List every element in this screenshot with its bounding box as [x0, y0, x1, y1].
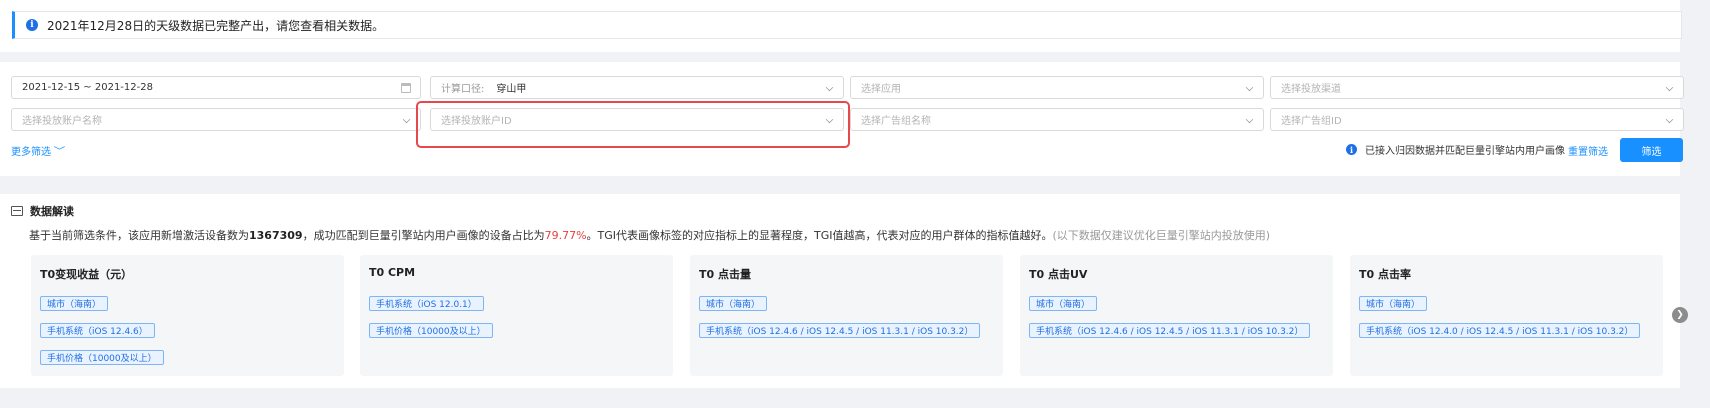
desc-part3: 。TGI代表画像标签的对应指标上的显著程度，TGI值越高，代表对应的用户群体的指…	[586, 229, 1053, 242]
metric-card: T0 CPM 手机系统（iOS 12.0.1） 手机价格（10000及以上）	[360, 255, 673, 376]
chevron-down-icon	[1245, 115, 1254, 124]
tgi-tag[interactable]: 手机系统（iOS 12.4.6 / iOS 12.4.5 / iOS 11.3.…	[699, 323, 981, 338]
app-placeholder: 选择应用	[861, 84, 901, 95]
tgi-tag[interactable]: 城市（海南）	[1029, 296, 1098, 311]
metric-card-title: T0变现收益（元）	[40, 268, 133, 281]
chevron-right-icon: ❯	[1676, 310, 1684, 320]
insight-description: 基于当前筛选条件，该应用新增激活设备数为1367309，成功匹配到巨量引擎站内用…	[29, 227, 1270, 243]
metric-card-title: T0 点击量	[699, 268, 751, 281]
date-range-value: 2021-12-15 ~ 2021-12-28	[22, 82, 153, 93]
chevron-down-icon	[1665, 115, 1674, 124]
match-rate: 79.77%	[544, 229, 587, 242]
metric-card: T0 点击率 城市（海南） 手机系统（iOS 12.4.0 / iOS 12.4…	[1350, 255, 1663, 376]
adgroup-id-select[interactable]: 选择广告组ID	[1270, 108, 1684, 131]
adgroup-id-placeholder: 选择广告组ID	[1281, 116, 1342, 127]
calendar-icon	[401, 83, 411, 93]
tgi-tag[interactable]: 手机价格（10000及以上）	[40, 350, 164, 365]
metric-card-title: T0 点击UV	[1029, 268, 1088, 281]
section-title-text: 数据解读	[30, 205, 74, 218]
tgi-tag[interactable]: 手机系统（iOS 12.4.6）	[40, 323, 155, 338]
app-select[interactable]: 选择应用	[850, 76, 1264, 99]
more-filters-link[interactable]: 更多筛选 ﹀	[11, 143, 66, 158]
data-ready-alert: i 2021年12月28日的天级数据已完整产出，请您查看相关数据。	[12, 11, 1682, 39]
calc-basis-select[interactable]: 计算口径: 穿山甲	[430, 76, 844, 99]
adgroup-name-select[interactable]: 选择广告组名称	[850, 108, 1264, 131]
chevron-down-icon	[1245, 83, 1254, 92]
channel-placeholder: 选择投放渠道	[1281, 84, 1341, 95]
channel-select[interactable]: 选择投放渠道	[1270, 76, 1684, 99]
account-name-placeholder: 选择投放账户名称	[22, 116, 102, 127]
tgi-tag[interactable]: 城市（海南）	[699, 296, 768, 311]
desc-part1: 基于当前筛选条件，该应用新增激活设备数为	[29, 229, 249, 242]
metric-card: T0 点击量 城市（海南） 手机系统（iOS 12.4.6 / iOS 12.4…	[690, 255, 1003, 376]
metric-card: T0 点击UV 城市（海南） 手机系统（iOS 12.4.6 / iOS 12.…	[1020, 255, 1333, 376]
attribution-hint: i 已接入归因数据并匹配巨量引擎站内用户画像	[1346, 142, 1565, 157]
chevron-down-icon	[825, 83, 834, 92]
metric-card-title: T0 CPM	[369, 266, 416, 279]
account-id-select[interactable]: 选择投放账户ID	[430, 108, 844, 131]
account-name-select[interactable]: 选择投放账户名称	[11, 108, 421, 131]
tgi-tag[interactable]: 城市（海南）	[40, 296, 109, 311]
adgroup-name-placeholder: 选择广告组名称	[861, 116, 931, 127]
tgi-tag[interactable]: 手机系统（iOS 12.4.6 / iOS 12.4.5 / iOS 11.3.…	[1029, 323, 1311, 338]
info-icon: i	[1346, 144, 1357, 155]
device-count: 1367309	[249, 229, 303, 242]
section-title: 数据解读	[11, 203, 74, 219]
tgi-tag[interactable]: 手机系统（iOS 12.4.0 / iOS 12.4.5 / iOS 11.3.…	[1359, 323, 1641, 338]
info-icon: i	[26, 19, 38, 31]
report-icon	[11, 206, 23, 216]
alert-text: 2021年12月28日的天级数据已完整产出，请您查看相关数据。	[47, 18, 385, 33]
filter-submit-button[interactable]: 筛选	[1620, 138, 1683, 162]
tgi-tag[interactable]: 手机价格（10000及以上）	[369, 323, 493, 338]
account-id-placeholder: 选择投放账户ID	[441, 116, 512, 127]
chevron-down-icon	[825, 115, 834, 124]
attribution-hint-text: 已接入归因数据并匹配巨量引擎站内用户画像	[1365, 146, 1565, 157]
calc-basis-prefix: 计算口径:	[441, 84, 485, 95]
chevron-down-icon	[402, 115, 411, 124]
desc-part2: ，成功匹配到巨量引擎站内用户画像的设备占比为	[302, 229, 545, 242]
desc-note: (以下数据仅建议优化巨量引擎站内投放使用)	[1052, 229, 1271, 242]
chevron-down-icon	[1665, 83, 1674, 92]
tgi-tag[interactable]: 城市（海南）	[1359, 296, 1428, 311]
metric-card-title: T0 点击率	[1359, 268, 1411, 281]
more-filters-label: 更多筛选	[11, 147, 51, 158]
reset-filters-link[interactable]: 重置筛选	[1568, 143, 1608, 158]
calc-basis-value: 穿山甲	[496, 84, 527, 95]
tgi-tag[interactable]: 手机系统（iOS 12.0.1）	[369, 296, 484, 311]
carousel-next-button[interactable]: ❯	[1672, 307, 1688, 323]
double-chevron-down-icon: ﹀	[53, 147, 66, 157]
date-range-picker[interactable]: 2021-12-15 ~ 2021-12-28	[11, 76, 421, 99]
metric-card: T0变现收益（元） 城市（海南） 手机系统（iOS 12.4.6） 手机价格（1…	[31, 255, 344, 376]
